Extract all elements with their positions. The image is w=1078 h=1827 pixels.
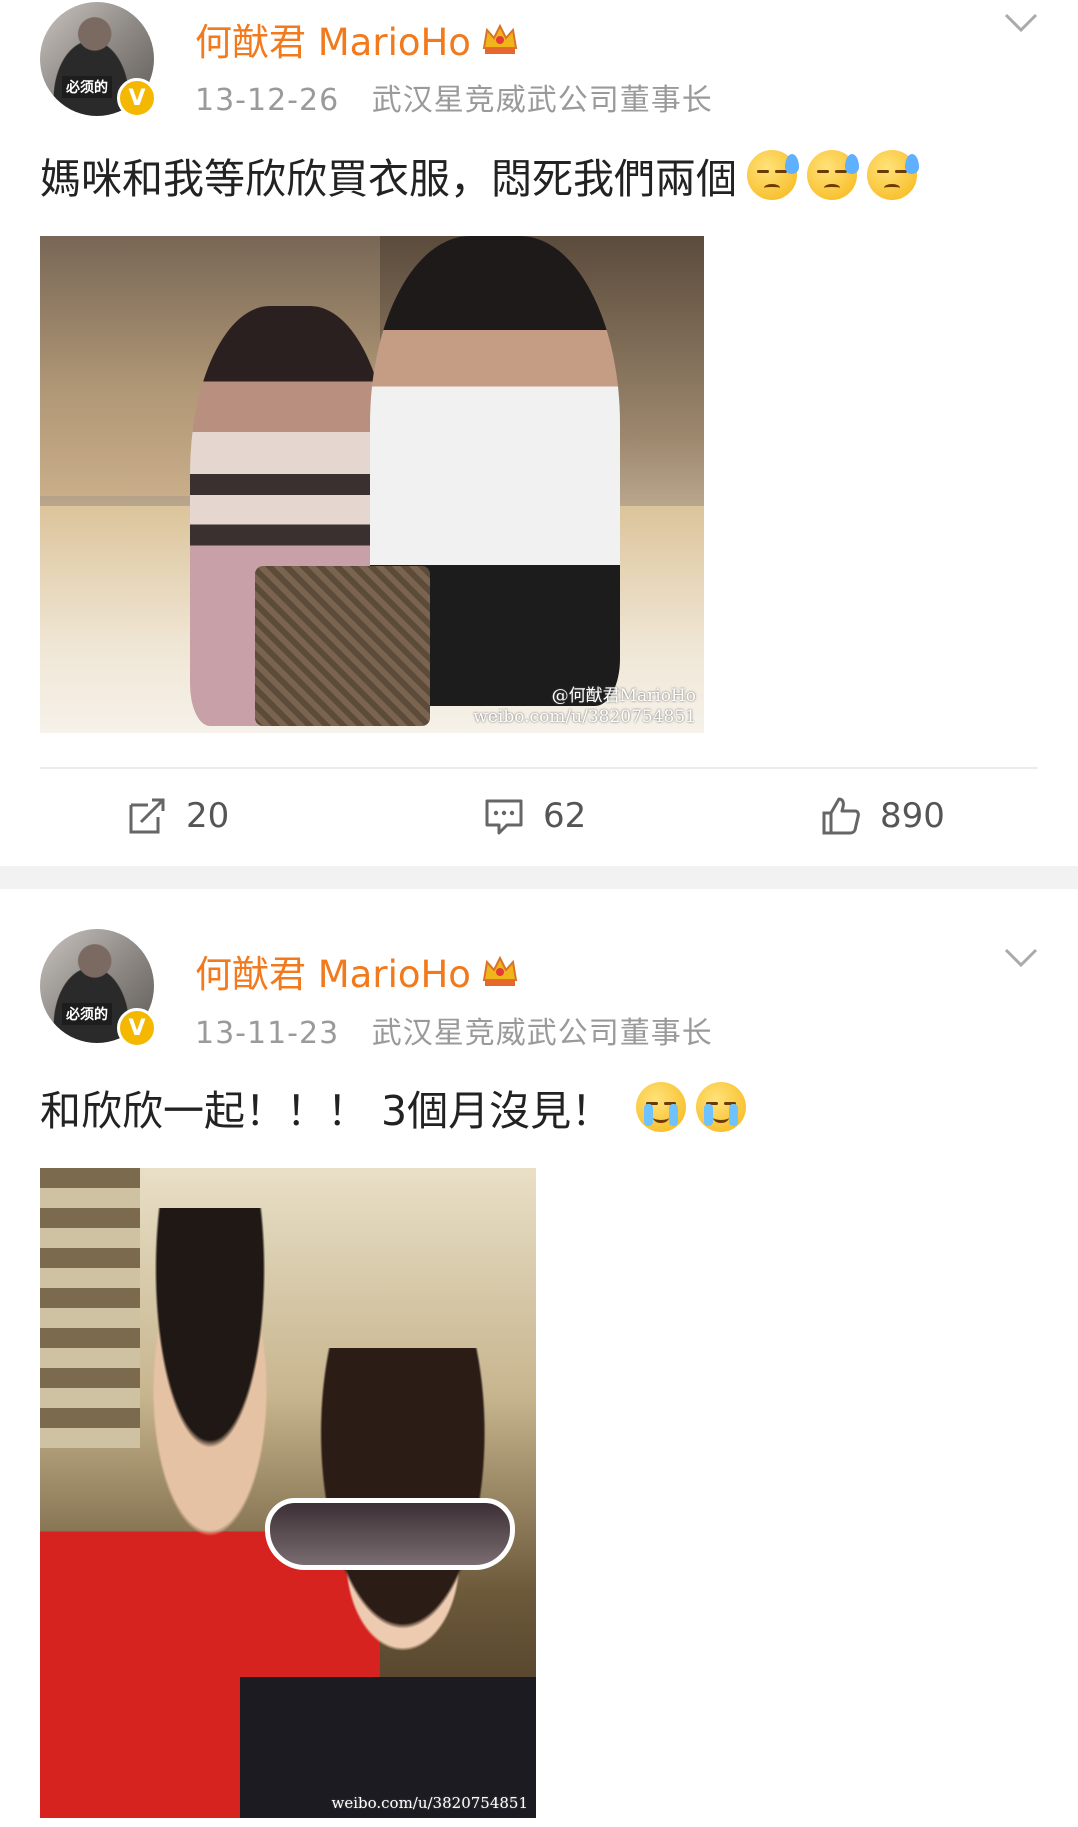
repost-count: 20 <box>186 796 230 836</box>
crown-icon <box>481 22 519 56</box>
crown-icon <box>481 954 519 988</box>
user-bio: 武汉星竞威武公司董事长 <box>371 83 713 118</box>
weibo-post: 必须的 V 何猷君 MarioHo 13-12-26 武汉星竞威武公司董事长 媽… <box>0 0 1078 866</box>
username-label: 何猷君 MarioHo <box>195 953 471 996</box>
username[interactable]: 何猷君 MarioHo <box>195 944 519 998</box>
sweat-emoji-icon <box>807 150 859 200</box>
post-date: 13-12-26 <box>195 83 340 118</box>
verified-badge-icon: V <box>117 1008 157 1048</box>
username-label: 何猷君 MarioHo <box>195 21 471 64</box>
photo-person-girl <box>240 1348 536 1818</box>
post-text: 媽咪和我等欣欣買衣服，悶死我們兩個 <box>40 145 919 205</box>
chevron-down-icon[interactable] <box>1004 12 1038 34</box>
image-watermark: weibo.com/u/3820754851 <box>331 1794 528 1812</box>
avatar-stamp: 必须的 <box>62 1003 112 1025</box>
repost-button[interactable]: 20 <box>126 788 229 844</box>
post-text: 和欣欣一起！！！ 3個月沒見！ <box>40 1077 747 1137</box>
post-date: 13-11-23 <box>195 1016 340 1051</box>
divider <box>40 767 1038 769</box>
chevron-down-icon[interactable] <box>1004 947 1038 969</box>
image-watermark: @何猷君MarioHo weibo.com/u/3820754851 <box>473 686 696 727</box>
sweat-emoji-icon <box>867 150 919 200</box>
watermark-handle: @何猷君MarioHo <box>551 686 696 707</box>
crying-emoji-icon <box>696 1082 747 1132</box>
post-image[interactable]: @何猷君MarioHo weibo.com/u/3820754851 <box>40 236 704 733</box>
verified-badge-icon: V <box>117 78 157 118</box>
like-count: 890 <box>880 796 945 836</box>
user-bio: 武汉星竞威武公司董事长 <box>371 1016 713 1051</box>
crying-emoji-icon <box>636 1082 687 1132</box>
post-image[interactable]: weibo.com/u/3820754851 <box>40 1168 536 1818</box>
post-text-content: 和欣欣一起！！！ 3個月沒見！ <box>40 1087 613 1135</box>
like-button[interactable]: 890 <box>820 788 945 844</box>
photo-sunglasses <box>265 1498 515 1570</box>
comment-count: 62 <box>543 796 587 836</box>
repost-icon <box>129 798 165 834</box>
avatar-stamp: 必须的 <box>62 76 112 98</box>
watermark-url: weibo.com/u/3820754851 <box>473 706 696 727</box>
thumbs-up-icon <box>822 797 860 835</box>
post-meta: 13-12-26 武汉星竞威武公司董事长 <box>195 75 713 119</box>
comment-icon <box>485 799 523 835</box>
comment-button[interactable]: 62 <box>483 788 586 844</box>
sweat-emoji-icon <box>747 150 799 200</box>
username[interactable]: 何猷君 MarioHo <box>195 12 519 66</box>
post-text-content: 媽咪和我等欣欣買衣服，悶死我們兩個 <box>40 155 737 203</box>
photo-handbag <box>255 566 430 726</box>
post-separator <box>0 866 1078 889</box>
post-meta: 13-11-23 武汉星竞威武公司董事长 <box>195 1008 713 1052</box>
watermark-url: weibo.com/u/3820754851 <box>331 1794 528 1812</box>
weibo-post: 必须的 V 何猷君 MarioHo 13-11-23 武汉星竞威武公司董事长 和… <box>0 889 1078 1827</box>
